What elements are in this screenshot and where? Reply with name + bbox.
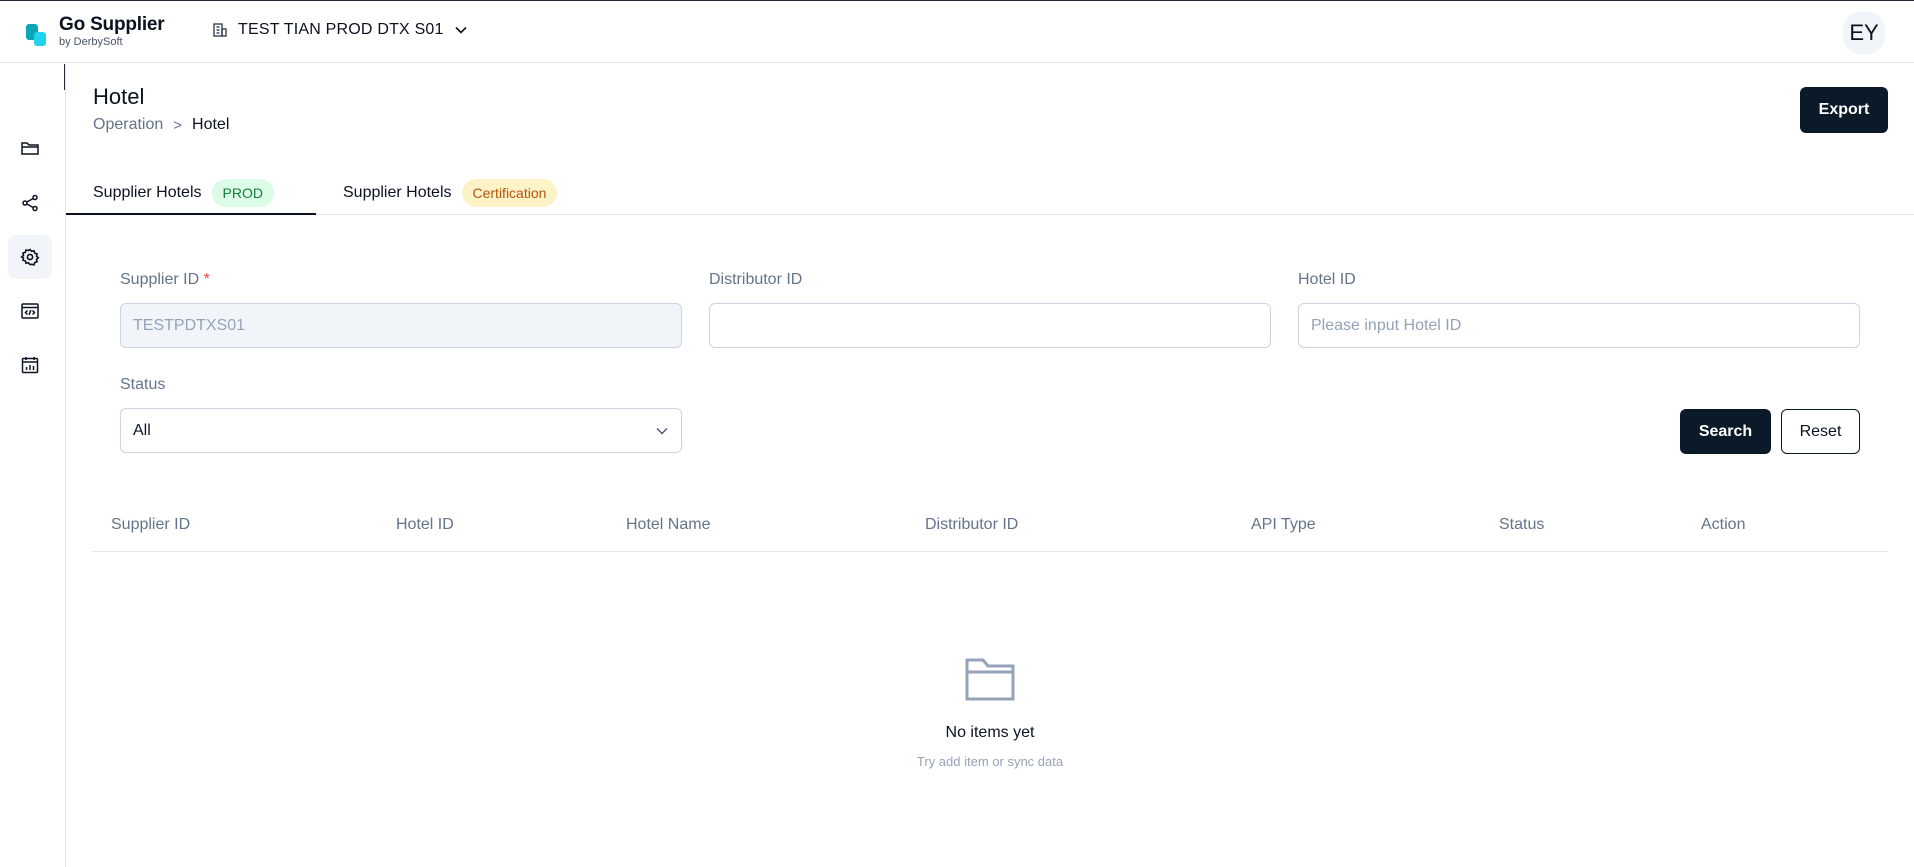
supplier-id-label-text: Supplier ID xyxy=(120,271,200,288)
empty-folder-icon xyxy=(965,658,1015,701)
app-name: Go Supplier xyxy=(59,14,165,35)
breadcrumb-separator: > xyxy=(173,116,183,134)
app-byline: by DerbySoft xyxy=(59,36,123,48)
tab-label: Supplier Hotels xyxy=(343,183,452,201)
sidebar-item-share[interactable] xyxy=(8,181,52,225)
sidebar-item-folder[interactable] xyxy=(8,126,52,170)
required-mark: * xyxy=(203,271,210,288)
column-header-supplier-id: Supplier ID xyxy=(111,516,191,533)
calendar-chart-icon xyxy=(21,357,39,374)
export-button[interactable]: Export xyxy=(1800,87,1888,133)
sidebar-item-reports[interactable] xyxy=(8,343,52,387)
distributor-id-label: Distributor ID xyxy=(709,271,803,288)
reset-button[interactable]: Reset xyxy=(1781,409,1860,454)
sidebar-divider-mark xyxy=(64,64,65,90)
org-selector[interactable]: TEST TIAN PROD DTX S01 xyxy=(212,21,468,39)
tab-label: Supplier Hotels xyxy=(93,183,202,201)
certification-badge: Certification xyxy=(461,178,558,207)
sidebar-item-settings[interactable] xyxy=(8,235,52,279)
share-icon xyxy=(22,194,38,212)
gear-icon xyxy=(20,248,40,266)
logo-icon xyxy=(24,18,46,46)
org-selector-label: TEST TIAN PROD DTX S01 xyxy=(238,21,444,38)
breadcrumb-hotel: Hotel xyxy=(192,116,230,133)
sidebar-item-api[interactable] xyxy=(8,289,52,333)
column-header-distributor-id: Distributor ID xyxy=(925,516,1019,533)
breadcrumb: Operation > Hotel xyxy=(93,116,229,134)
empty-state-subtitle: Try add item or sync data xyxy=(916,754,1064,769)
chevron-down-icon xyxy=(455,26,467,34)
hotel-id-label: Hotel ID xyxy=(1298,271,1356,288)
distributor-id-field[interactable] xyxy=(709,303,1271,348)
chevron-down-icon xyxy=(656,428,668,435)
search-button[interactable]: Search xyxy=(1680,409,1771,454)
prod-badge: PROD xyxy=(211,178,274,207)
tab-bar: Supplier Hotels PROD Supplier Hotels Cer… xyxy=(66,170,1914,215)
column-header-action: Action xyxy=(1701,516,1746,533)
status-label: Status xyxy=(120,376,166,393)
tab-supplier-hotels-certification[interactable]: Supplier Hotels Certification xyxy=(343,170,558,215)
column-header-hotel-name: Hotel Name xyxy=(626,516,711,533)
status-select[interactable]: All xyxy=(120,408,682,453)
tab-supplier-hotels-prod[interactable]: Supplier Hotels PROD xyxy=(93,170,274,215)
column-header-api-type: API Type xyxy=(1251,516,1316,533)
supplier-id-field: TESTPDTXS01 xyxy=(120,303,682,348)
avatar[interactable]: EY xyxy=(1842,11,1886,55)
supplier-id-label: Supplier ID * xyxy=(120,271,210,289)
page-title: Hotel xyxy=(93,84,145,109)
empty-state-title: No items yet xyxy=(945,724,1035,741)
column-header-hotel-id: Hotel ID xyxy=(396,516,454,533)
breadcrumb-operation[interactable]: Operation xyxy=(93,116,163,134)
code-window-icon xyxy=(21,303,39,319)
folder-icon xyxy=(21,142,39,155)
column-header-status: Status xyxy=(1499,516,1545,533)
sidebar xyxy=(0,64,66,867)
top-bar: Go Supplier by DerbySoft TEST TIAN PROD … xyxy=(0,0,1914,63)
table-header: Supplier ID Hotel ID Hotel Name Distribu… xyxy=(92,504,1888,552)
app-logo[interactable]: Go Supplier by DerbySoft xyxy=(24,14,165,49)
building-icon xyxy=(213,23,227,37)
status-select-value: All xyxy=(133,421,151,439)
hotel-id-field[interactable]: Please input Hotel ID xyxy=(1298,303,1860,348)
